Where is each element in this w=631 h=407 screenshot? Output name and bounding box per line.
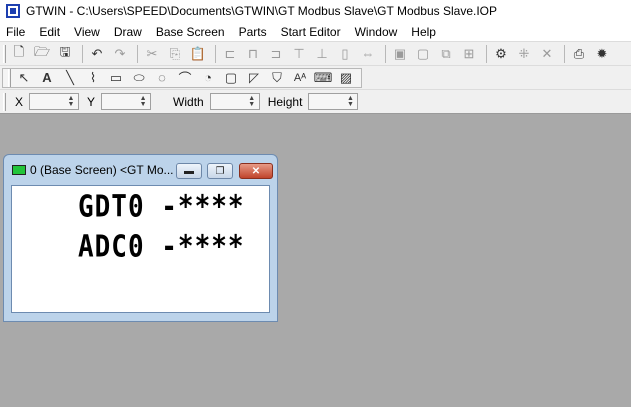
menu-bar: File Edit View Draw Base Screen Parts St… — [0, 22, 631, 41]
align-center-icon[interactable]: ⊓ — [243, 44, 263, 64]
menu-start-editor[interactable]: Start Editor — [274, 25, 348, 39]
menu-help[interactable]: Help — [404, 25, 443, 39]
minimize-icon[interactable]: ▬ — [176, 163, 202, 179]
close-icon[interactable]: ✕ — [239, 163, 273, 179]
align-middle-icon[interactable]: ⊥ — [312, 44, 332, 64]
standard-toolbar: 🗋 🗁 🖫 ↶ ↷ ✂ ⎘ 📋 ⊏ ⊓ ⊐ ⊤ ⊥ ▯ ⇔ ▣ ▢ ⧉ ⊞ ⚙ … — [0, 41, 631, 66]
fill-icon[interactable]: ⛉ — [267, 68, 287, 88]
undo-icon[interactable]: ↶ — [87, 44, 107, 64]
menu-draw[interactable]: Draw — [107, 25, 149, 39]
transfer-icon[interactable]: ⎙ — [569, 44, 589, 64]
copy-icon[interactable]: ⎘ — [165, 44, 185, 64]
hatch-icon[interactable]: ▨ — [336, 68, 356, 88]
draw-toolbar: ↖ A ╲ ⌇ ▭ ⬭ ◌ ⌒ ◔ ▢ ◸ ⛉ Aᴬ ⌨ ▨ — [0, 66, 631, 90]
align-bottom-icon[interactable]: ▯ — [335, 44, 355, 64]
line-icon[interactable]: ╲ — [60, 68, 80, 88]
front-icon[interactable]: ▣ — [390, 44, 410, 64]
screen-canvas[interactable]: GDT0 -**** ADC0 -**** — [11, 185, 270, 313]
toolbar-separator — [486, 44, 487, 63]
align-left-icon[interactable]: ⊏ — [220, 44, 240, 64]
menu-window[interactable]: Window — [348, 25, 405, 39]
menu-file[interactable]: File — [0, 25, 32, 39]
ungroup-icon[interactable]: ⊞ — [459, 44, 479, 64]
menu-parts[interactable]: Parts — [232, 25, 274, 39]
select-arrow-icon[interactable]: ↖ — [14, 68, 34, 88]
pie-icon[interactable]: ◔ — [198, 68, 218, 88]
align-top-icon[interactable]: ⊤ — [289, 44, 309, 64]
width-label: Width — [173, 94, 204, 109]
distribute-h-icon[interactable]: ⇔ — [358, 44, 378, 64]
settings-icon[interactable]: ✹ — [592, 44, 612, 64]
screen-icon — [12, 165, 26, 175]
toolbar-separator — [564, 44, 565, 63]
polygon-icon[interactable]: ◸ — [244, 68, 264, 88]
toolbar-separator — [82, 44, 83, 63]
x-input[interactable]: ▲ ▼ — [29, 93, 80, 110]
save-icon[interactable]: 🖫 — [55, 44, 75, 64]
group-icon[interactable]: ⧉ — [436, 44, 456, 64]
draw-tools: ↖ A ╲ ⌇ ▭ ⬭ ◌ ⌒ ◔ ▢ ◸ ⛉ Aᴬ ⌨ ▨ — [2, 67, 362, 88]
height-label: Height — [267, 94, 303, 109]
base-screen-window[interactable]: 0 (Base Screen) <GT Mo... ▬ ❐ ✕ GDT0 -**… — [3, 154, 278, 322]
new-icon[interactable]: 🗋 — [9, 44, 29, 64]
snap-icon[interactable]: ✕ — [537, 44, 557, 64]
child-window-title: 0 (Base Screen) <GT Mo... — [30, 163, 174, 177]
rounded-rect-icon[interactable]: ▢ — [221, 68, 241, 88]
spin-down-icon[interactable]: ▼ — [345, 101, 355, 108]
child-window-caption[interactable]: 0 (Base Screen) <GT Mo... — [4, 155, 277, 185]
toolbar-separator — [215, 44, 216, 63]
redo-icon[interactable]: ↷ — [110, 44, 130, 64]
toolbar-grip[interactable] — [3, 92, 6, 111]
font-size-icon[interactable]: Aᴬ — [290, 68, 310, 88]
text-icon[interactable]: A — [37, 68, 57, 88]
spin-down-icon[interactable]: ▼ — [66, 101, 76, 108]
width-input[interactable]: ▲ ▼ — [209, 93, 260, 110]
restore-icon[interactable]: ❐ — [207, 163, 233, 179]
rectangle-icon[interactable]: ▭ — [106, 68, 126, 88]
paste-icon[interactable]: 📋 — [188, 44, 208, 64]
menu-view[interactable]: View — [67, 25, 107, 39]
mouse-icon[interactable]: ⌨ — [313, 68, 333, 88]
title-bar: GTWIN - C:\Users\SPEED\Documents\GTWIN\G… — [0, 0, 631, 22]
x-label: X — [15, 94, 24, 109]
y-label: Y — [87, 94, 96, 109]
open-icon[interactable]: 🗁 — [32, 44, 52, 64]
back-icon[interactable]: ▢ — [413, 44, 433, 64]
adc0-display-text[interactable]: ADC0 -**** — [78, 230, 245, 265]
menu-edit[interactable]: Edit — [32, 25, 67, 39]
align-right-icon[interactable]: ⊐ — [266, 44, 286, 64]
toolbar-separator — [385, 44, 386, 63]
toolbar-grip[interactable] — [3, 44, 6, 63]
grid-icon[interactable]: ⁜ — [514, 44, 534, 64]
ellipse-icon[interactable]: ⬭ — [129, 68, 149, 88]
coordinate-toolbar: X ▲ ▼ Y ▲ ▼ Width ▲ ▼ Height ▲ ▼ — [0, 90, 631, 114]
height-input[interactable]: ▲ ▼ — [308, 93, 359, 110]
toolbar-grip[interactable] — [8, 68, 11, 87]
properties-icon[interactable]: ⚙ — [491, 44, 511, 64]
spin-down-icon[interactable]: ▼ — [247, 101, 257, 108]
cut-icon[interactable]: ✂ — [142, 44, 162, 64]
toolbar-separator — [137, 44, 138, 63]
polyline-icon[interactable]: ⌇ — [83, 68, 103, 88]
spin-down-icon[interactable]: ▼ — [138, 101, 148, 108]
y-input[interactable]: ▲ ▼ — [101, 93, 152, 110]
app-icon — [6, 4, 20, 18]
sector-icon[interactable]: ⌒ — [175, 68, 195, 88]
gdt0-display-text[interactable]: GDT0 -**** — [78, 190, 245, 225]
window-title: GTWIN - C:\Users\SPEED\Documents\GTWIN\G… — [26, 4, 498, 18]
menu-base-screen[interactable]: Base Screen — [149, 25, 232, 39]
arc-icon[interactable]: ◌ — [152, 68, 172, 88]
